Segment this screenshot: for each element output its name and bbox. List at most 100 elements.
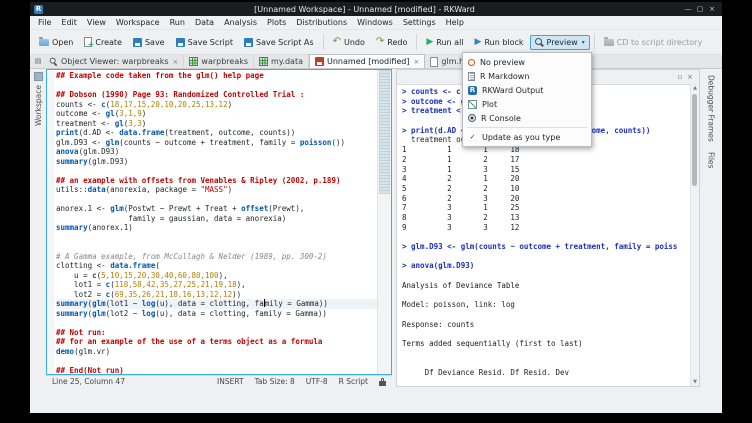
code-line[interactable] [56, 318, 378, 328]
input-mode[interactable]: INSERT [217, 377, 244, 386]
code-line[interactable]: ## End(Not run) [56, 366, 378, 376]
preview-menu-item-plot[interactable]: Plot [463, 97, 591, 111]
menu-run[interactable]: Run [165, 16, 190, 29]
code-line[interactable]: ## an example with offsets from Venables… [56, 176, 378, 186]
console-line: Model: poisson, link: log [402, 300, 691, 310]
code-line[interactable]: glm.D93 <- glm(counts ~ outcome + treatm… [56, 138, 378, 148]
preview-menu-item-no-preview[interactable]: No preview [463, 55, 591, 69]
cd-script-directory-button[interactable]: CD to script directory [599, 35, 708, 50]
code-line[interactable]: summary(anorex.1) [56, 223, 378, 233]
save-script-as-button[interactable]: Save Script As [239, 35, 319, 50]
lock-icon[interactable] [379, 381, 386, 386]
title-bar[interactable]: R [Unnamed Workspace] - Unnamed [modifie… [30, 2, 722, 16]
console-line [402, 358, 691, 368]
code-line[interactable]: # A Gamma example, from McCullagh & Neld… [56, 252, 378, 262]
code-line[interactable] [56, 242, 378, 252]
object-viewer-icon [50, 58, 58, 66]
menu-help[interactable]: Help [441, 16, 469, 29]
menu-workspace[interactable]: Workspace [111, 16, 165, 29]
maximize-button[interactable]: ▢ [694, 2, 706, 16]
close-tab-icon[interactable]: × [173, 58, 179, 66]
sidebar-item-debugger-frames[interactable]: Debugger Frames [707, 75, 716, 142]
sidebar-item-workspace[interactable]: Workspace [34, 85, 43, 126]
tab-unnamed-modified[interactable]: Unnamed [modified] × [309, 54, 425, 68]
open-label: Open [52, 38, 73, 47]
code-line[interactable]: summary(glm(lot1 ~ log(u), data = clotti… [56, 299, 378, 309]
code-line[interactable]: ## Dobson (1990) Page 93: Randomized Con… [56, 90, 378, 100]
menu-windows[interactable]: Windows [352, 16, 398, 29]
code-line[interactable]: outcome <- gl(3,1,9) [56, 109, 378, 119]
code-line[interactable] [56, 81, 378, 91]
preview-menu-item-r-console[interactable]: R Console [463, 111, 591, 125]
close-button[interactable]: × [706, 2, 718, 16]
code-line[interactable]: treatment <- gl(3,3) [56, 119, 378, 129]
encoding[interactable]: UTF-8 [306, 377, 328, 386]
close-tab-icon[interactable]: × [414, 58, 420, 66]
tab-my-data[interactable]: my.data [254, 55, 309, 68]
plot-icon [468, 100, 477, 109]
code-line[interactable] [56, 195, 378, 205]
menu-edit[interactable]: Edit [56, 16, 82, 29]
menu-file[interactable]: File [33, 16, 56, 29]
menu-analysis[interactable]: Analysis [219, 16, 262, 29]
code-line[interactable]: print(d.AD <- data.frame(treatment, outc… [56, 128, 378, 138]
save-script-as-icon [244, 38, 253, 47]
preview-menu-item-r-markdown[interactable]: R Markdown [463, 69, 591, 83]
undo-button[interactable]: ↶ Undo [328, 34, 370, 50]
preview-menu-item-update-as-you-type[interactable]: ✓Update as you type [463, 130, 591, 144]
code-line[interactable]: demo(glm.vr) [56, 347, 378, 357]
code-line[interactable]: summary(glm(lot2 ~ log(u), data = clotti… [56, 309, 378, 319]
code-line[interactable]: utils::data(anorexia, package = "MASS") [56, 185, 378, 195]
code-line[interactable]: clotting <- data.frame( [56, 261, 378, 271]
save-script-button[interactable]: Save Script [171, 35, 238, 50]
editor-minimap-scrollbar[interactable] [377, 70, 391, 374]
code-line[interactable]: anova(glm.D93) [56, 147, 378, 157]
code-line[interactable]: counts <- c(18,17,15,20,10,20,25,13,12) [56, 100, 378, 110]
console-line: Df Deviance Resid. Df Resid. Dev [402, 368, 691, 378]
scrollbar-thumb[interactable] [692, 94, 697, 186]
detach-icon[interactable]: ▫ [675, 73, 685, 81]
code-line[interactable] [56, 166, 378, 176]
code-line[interactable] [56, 356, 378, 366]
tab-bar-corner-icon[interactable]: ▤ [32, 55, 44, 68]
code-line[interactable]: ## for an example of the use of a terms … [56, 337, 378, 347]
code-line[interactable]: ## Not run: [56, 328, 378, 338]
menu-settings[interactable]: Settings [398, 16, 441, 29]
tab-label: my.data [271, 57, 303, 66]
code-line[interactable]: ## Example code taken from the glm() hel… [56, 71, 378, 81]
code-line[interactable]: summary(glm.D93) [56, 157, 378, 167]
code-line[interactable]: family = gaussian, data = anorexia) [56, 214, 378, 224]
code-line[interactable]: anorex.1 <- glm(Postwt ~ Prewt + Treat +… [56, 204, 378, 214]
menu-data[interactable]: Data [190, 16, 219, 29]
console-scrollbar[interactable]: ▲ ▼ [690, 84, 699, 386]
menu-view[interactable]: View [82, 16, 111, 29]
menu-plots[interactable]: Plots [262, 16, 291, 29]
toolbar-separator [416, 34, 417, 50]
tab-size[interactable]: Tab Size: 8 [255, 377, 295, 386]
close-icon[interactable]: × [685, 73, 695, 81]
console-line: > anova(glm.D93) [402, 261, 691, 271]
filetype[interactable]: R Script [339, 377, 368, 386]
tab-object-viewer-warpbreaks[interactable]: Object Viewer: warpbreaks × [44, 55, 184, 68]
code-line[interactable] [56, 233, 378, 243]
preview-menu-item-rkward-output[interactable]: RRKWard Output [463, 83, 591, 97]
code-line[interactable]: lot2 = c(69,35,26,21,18,16,13,12,12)) [56, 290, 378, 300]
scroll-up-icon[interactable]: ▲ [691, 84, 699, 92]
code-area[interactable]: ## Example code taken from the glm() hel… [47, 71, 378, 374]
run-block-button[interactable]: ▶ Run block [470, 35, 529, 50]
redo-button[interactable]: ↷ Redo [371, 34, 412, 50]
open-button[interactable]: Open [34, 35, 78, 50]
code-line[interactable]: u = c(5,10,15,20,30,40,60,80,100), [56, 271, 378, 281]
create-button[interactable]: Create [79, 34, 127, 50]
save-button[interactable]: Save [128, 35, 170, 50]
menu-distributions[interactable]: Distributions [291, 16, 352, 29]
data-table-icon [259, 57, 268, 66]
code-line[interactable]: lot1 = c(118,58,42,35,27,25,21,19,18), [56, 280, 378, 290]
scroll-down-icon[interactable]: ▼ [691, 378, 699, 386]
script-editor[interactable]: ## Example code taken from the glm() hel… [46, 69, 392, 375]
sidebar-item-files[interactable]: Files [707, 152, 716, 168]
run-all-button[interactable]: ▶ Run all [421, 35, 468, 50]
minimize-button[interactable]: — [682, 2, 694, 16]
preview-button[interactable]: Preview ▾ [530, 35, 590, 50]
tab-warpbreaks[interactable]: warpbreaks [184, 55, 254, 68]
